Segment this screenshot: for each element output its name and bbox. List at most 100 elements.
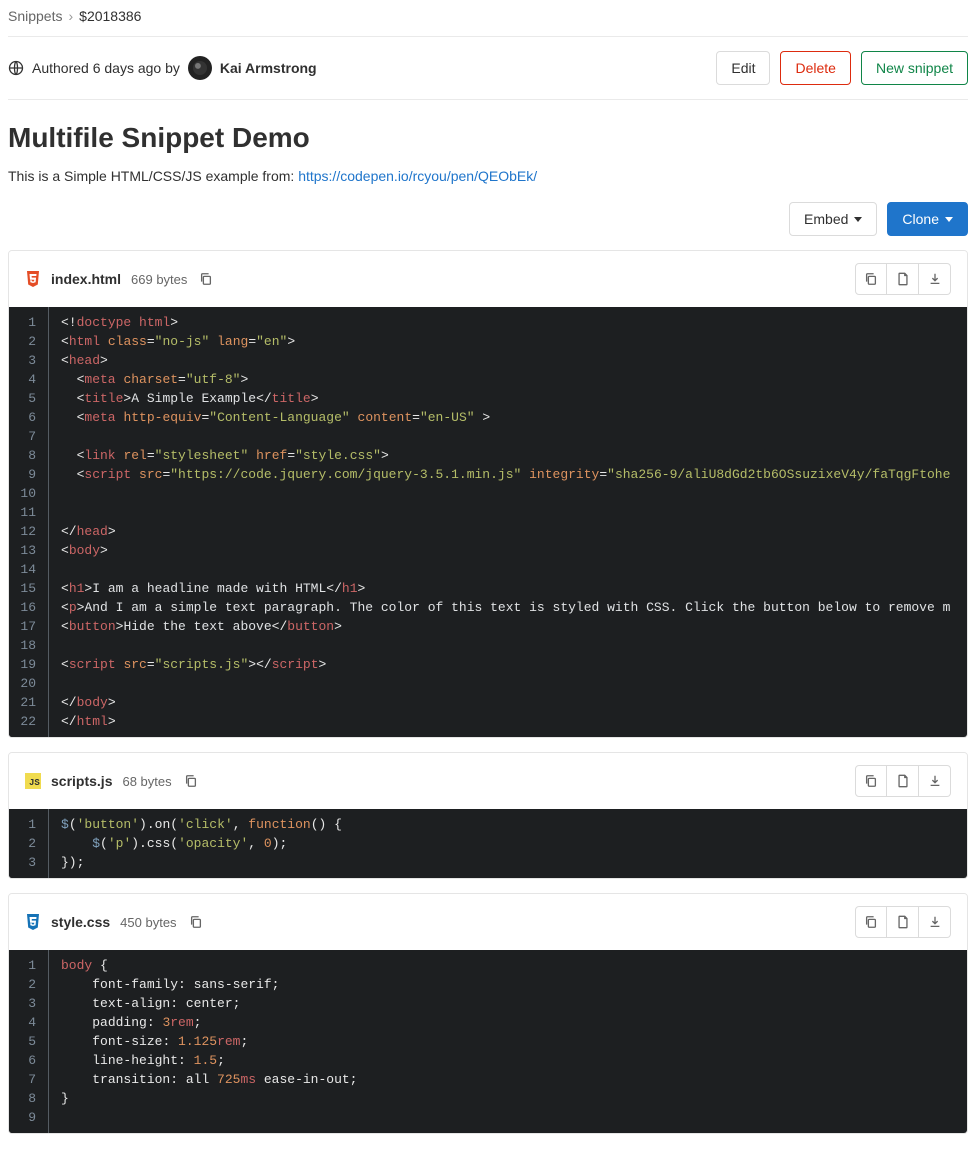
chevron-down-icon	[945, 217, 953, 222]
download-button[interactable]	[919, 263, 951, 295]
copy-path-button[interactable]	[197, 270, 215, 288]
code-line: <link rel="stylesheet" href="style.css">	[61, 446, 950, 465]
code-line	[61, 503, 950, 522]
open-raw-button[interactable]	[887, 765, 919, 797]
code-area[interactable]: 123456789body { font-family: sans-serif;…	[9, 950, 967, 1133]
clone-button[interactable]: Clone	[887, 202, 968, 236]
embed-button[interactable]: Embed	[789, 202, 877, 236]
code-line: $('p').css('opacity', 0);	[61, 834, 342, 853]
line-number[interactable]: 3	[15, 351, 38, 370]
line-number[interactable]: 1	[15, 956, 38, 975]
line-number[interactable]: 3	[15, 853, 38, 872]
code-line	[61, 1108, 357, 1127]
chevron-down-icon	[854, 217, 862, 222]
file-header-left: style.css 450 bytes	[25, 913, 205, 931]
line-number[interactable]: 10	[15, 484, 38, 503]
code-area[interactable]: 12345678910111213141516171819202122<!doc…	[9, 307, 967, 737]
code-line: font-size: 1.125rem;	[61, 1032, 357, 1051]
copy-path-button[interactable]	[187, 913, 205, 931]
line-gutter: 12345678910111213141516171819202122	[9, 307, 49, 737]
breadcrumb-separator: ›	[68, 8, 73, 24]
file-name[interactable]: index.html	[51, 271, 121, 287]
line-number[interactable]: 9	[15, 1108, 38, 1127]
line-number[interactable]: 6	[15, 408, 38, 427]
avatar[interactable]	[188, 56, 212, 80]
file-block: index.html669 bytes123456789101112131415…	[8, 250, 968, 738]
file-name[interactable]: scripts.js	[51, 773, 112, 789]
line-number[interactable]: 13	[15, 541, 38, 560]
line-number[interactable]: 18	[15, 636, 38, 655]
line-number[interactable]: 20	[15, 674, 38, 693]
line-number[interactable]: 16	[15, 598, 38, 617]
line-number[interactable]: 4	[15, 1013, 38, 1032]
copy-contents-button[interactable]	[855, 906, 887, 938]
line-number[interactable]: 5	[15, 1032, 38, 1051]
css-file-icon	[25, 914, 41, 930]
page-title: Multifile Snippet Demo	[8, 122, 968, 154]
svg-text:JS: JS	[29, 778, 40, 788]
line-number[interactable]: 7	[15, 1070, 38, 1089]
breadcrumb-current: $2018386	[79, 8, 141, 24]
delete-button[interactable]: Delete	[780, 51, 850, 85]
snippet-description: This is a Simple HTML/CSS/JS example fro…	[8, 168, 968, 184]
line-number[interactable]: 2	[15, 975, 38, 994]
code-line: </head>	[61, 522, 950, 541]
line-number[interactable]: 14	[15, 560, 38, 579]
line-number[interactable]: 4	[15, 370, 38, 389]
code-area[interactable]: 123$('button').on('click', function() { …	[9, 809, 967, 878]
header-actions: Edit Delete New snippet	[716, 51, 968, 85]
line-number[interactable]: 7	[15, 427, 38, 446]
edit-button[interactable]: Edit	[716, 51, 770, 85]
line-number[interactable]: 11	[15, 503, 38, 522]
line-number[interactable]: 5	[15, 389, 38, 408]
file-name[interactable]: style.css	[51, 914, 110, 930]
snippet-header: Authored 6 days ago by Kai Armstrong Edi…	[8, 36, 968, 100]
line-number[interactable]: 15	[15, 579, 38, 598]
clone-toolbar: Embed Clone	[8, 202, 968, 236]
line-number[interactable]: 12	[15, 522, 38, 541]
description-link[interactable]: https://codepen.io/rcyou/pen/QEObEk/	[298, 168, 537, 184]
download-button[interactable]	[919, 765, 951, 797]
line-gutter: 123	[9, 809, 49, 878]
open-raw-button[interactable]	[887, 263, 919, 295]
file-header: index.html669 bytes	[9, 251, 967, 307]
file-header-actions	[855, 765, 951, 797]
code-line: <p>And I am a simple text paragraph. The…	[61, 598, 950, 617]
copy-contents-button[interactable]	[855, 765, 887, 797]
line-number[interactable]: 2	[15, 834, 38, 853]
line-number[interactable]: 17	[15, 617, 38, 636]
file-header-left: index.html669 bytes	[25, 270, 215, 288]
line-number[interactable]: 8	[15, 446, 38, 465]
code-line: line-height: 1.5;	[61, 1051, 357, 1070]
line-number[interactable]: 21	[15, 693, 38, 712]
code-lines: body { font-family: sans-serif; text-ali…	[49, 950, 369, 1133]
file-bytes: 450 bytes	[120, 915, 176, 930]
author-name[interactable]: Kai Armstrong	[220, 60, 317, 76]
embed-label: Embed	[804, 211, 848, 227]
line-number[interactable]: 1	[15, 815, 38, 834]
copy-path-button[interactable]	[182, 772, 200, 790]
code-lines: $('button').on('click', function() { $('…	[49, 809, 354, 878]
copy-contents-button[interactable]	[855, 263, 887, 295]
line-number[interactable]: 9	[15, 465, 38, 484]
authored-info: Authored 6 days ago by Kai Armstrong	[8, 56, 317, 80]
line-gutter: 123456789	[9, 950, 49, 1133]
line-number[interactable]: 8	[15, 1089, 38, 1108]
line-number[interactable]: 19	[15, 655, 38, 674]
open-raw-button[interactable]	[887, 906, 919, 938]
line-number[interactable]: 3	[15, 994, 38, 1013]
breadcrumb-root[interactable]: Snippets	[8, 8, 62, 24]
code-line: <title>A Simple Example</title>	[61, 389, 950, 408]
file-bytes: 68 bytes	[122, 774, 171, 789]
file-header-left: JS scripts.js 68 bytes	[25, 772, 200, 790]
line-number[interactable]: 6	[15, 1051, 38, 1070]
line-number[interactable]: 22	[15, 712, 38, 731]
code-line: <script src="https://code.jquery.com/jqu…	[61, 465, 950, 484]
download-button[interactable]	[919, 906, 951, 938]
line-number[interactable]: 1	[15, 313, 38, 332]
line-number[interactable]: 2	[15, 332, 38, 351]
new-snippet-button[interactable]: New snippet	[861, 51, 968, 85]
clone-label: Clone	[902, 211, 939, 227]
code-line: <meta http-equiv="Content-Language" cont…	[61, 408, 950, 427]
code-lines: <!doctype html><html class="no-js" lang=…	[49, 307, 962, 737]
